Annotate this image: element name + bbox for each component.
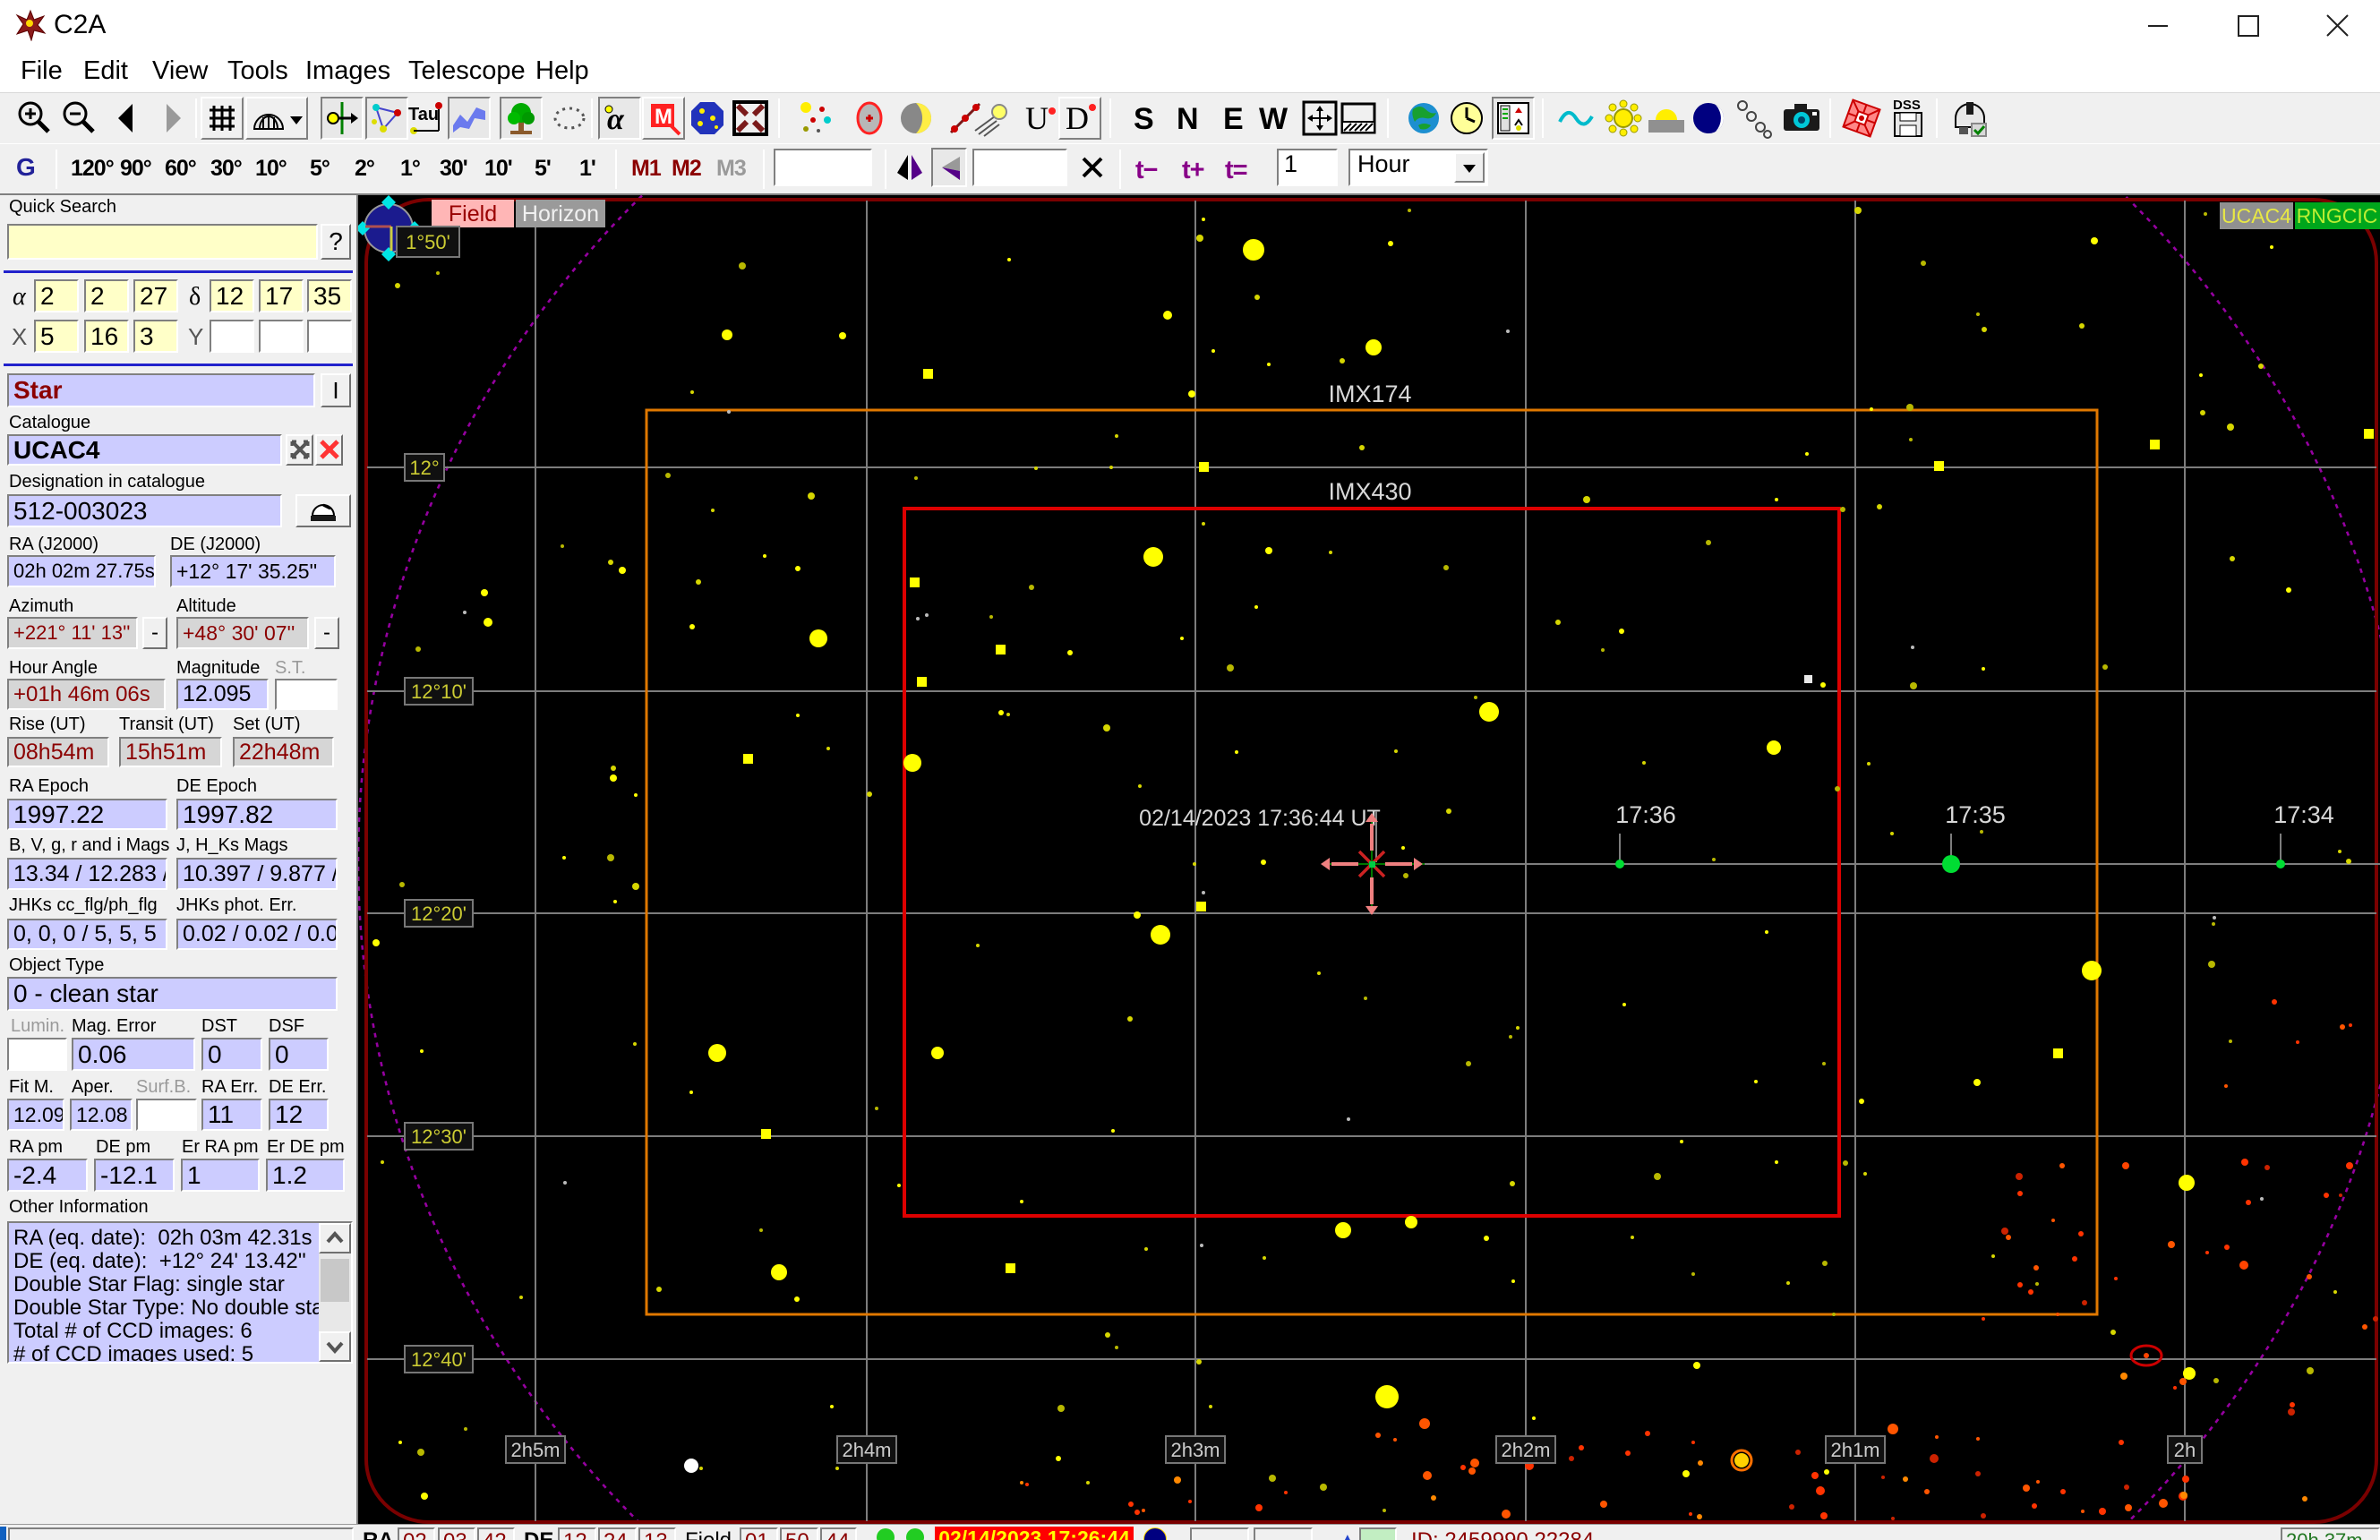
svg-text:DSS: DSS: [1893, 98, 1921, 113]
svg-text:RNGCIC: RNGCIC: [2297, 204, 2378, 227]
svg-text:2h1m: 2h1m: [1830, 1439, 1879, 1461]
svg-text:Tau: Tau: [408, 105, 439, 124]
svg-text:12°: 12°: [409, 457, 439, 479]
svg-text:UCAC4: UCAC4: [2222, 204, 2291, 227]
svg-text:IMX430: IMX430: [1328, 478, 1411, 505]
svg-text:2h3m: 2h3m: [1170, 1439, 1220, 1461]
svg-text:2h: 2h: [2174, 1439, 2196, 1461]
svg-text:M: M: [655, 105, 672, 129]
svg-text:U: U: [1025, 100, 1049, 136]
svg-text:17:34: 17:34: [2273, 801, 2334, 828]
svg-text:2h4m: 2h4m: [842, 1439, 891, 1461]
svg-text:Field: Field: [449, 201, 497, 227]
svg-text:N: N: [1177, 102, 1199, 136]
svg-text:17:35: 17:35: [1945, 801, 2006, 828]
svg-text:17:36: 17:36: [1615, 801, 1676, 828]
svg-text:E: E: [1223, 102, 1244, 136]
svg-text:12°40': 12°40': [411, 1348, 467, 1371]
svg-text:02/14/2023 17:36:44 UT: 02/14/2023 17:36:44 UT: [1139, 806, 1381, 831]
svg-text:2h5m: 2h5m: [510, 1439, 560, 1461]
svg-text:2h2m: 2h2m: [1501, 1439, 1550, 1461]
svg-text:12°30': 12°30': [411, 1125, 467, 1148]
svg-text:S: S: [1134, 102, 1154, 136]
svg-text:1°50': 1°50': [406, 231, 450, 253]
svg-text:W: W: [1259, 102, 1288, 136]
svg-text:Horizon: Horizon: [522, 201, 599, 227]
svg-text:12°20': 12°20': [411, 903, 467, 925]
svg-text:D: D: [1066, 100, 1089, 136]
svg-text:12°10': 12°10': [411, 680, 467, 703]
svg-text:IMX174: IMX174: [1328, 381, 1411, 407]
